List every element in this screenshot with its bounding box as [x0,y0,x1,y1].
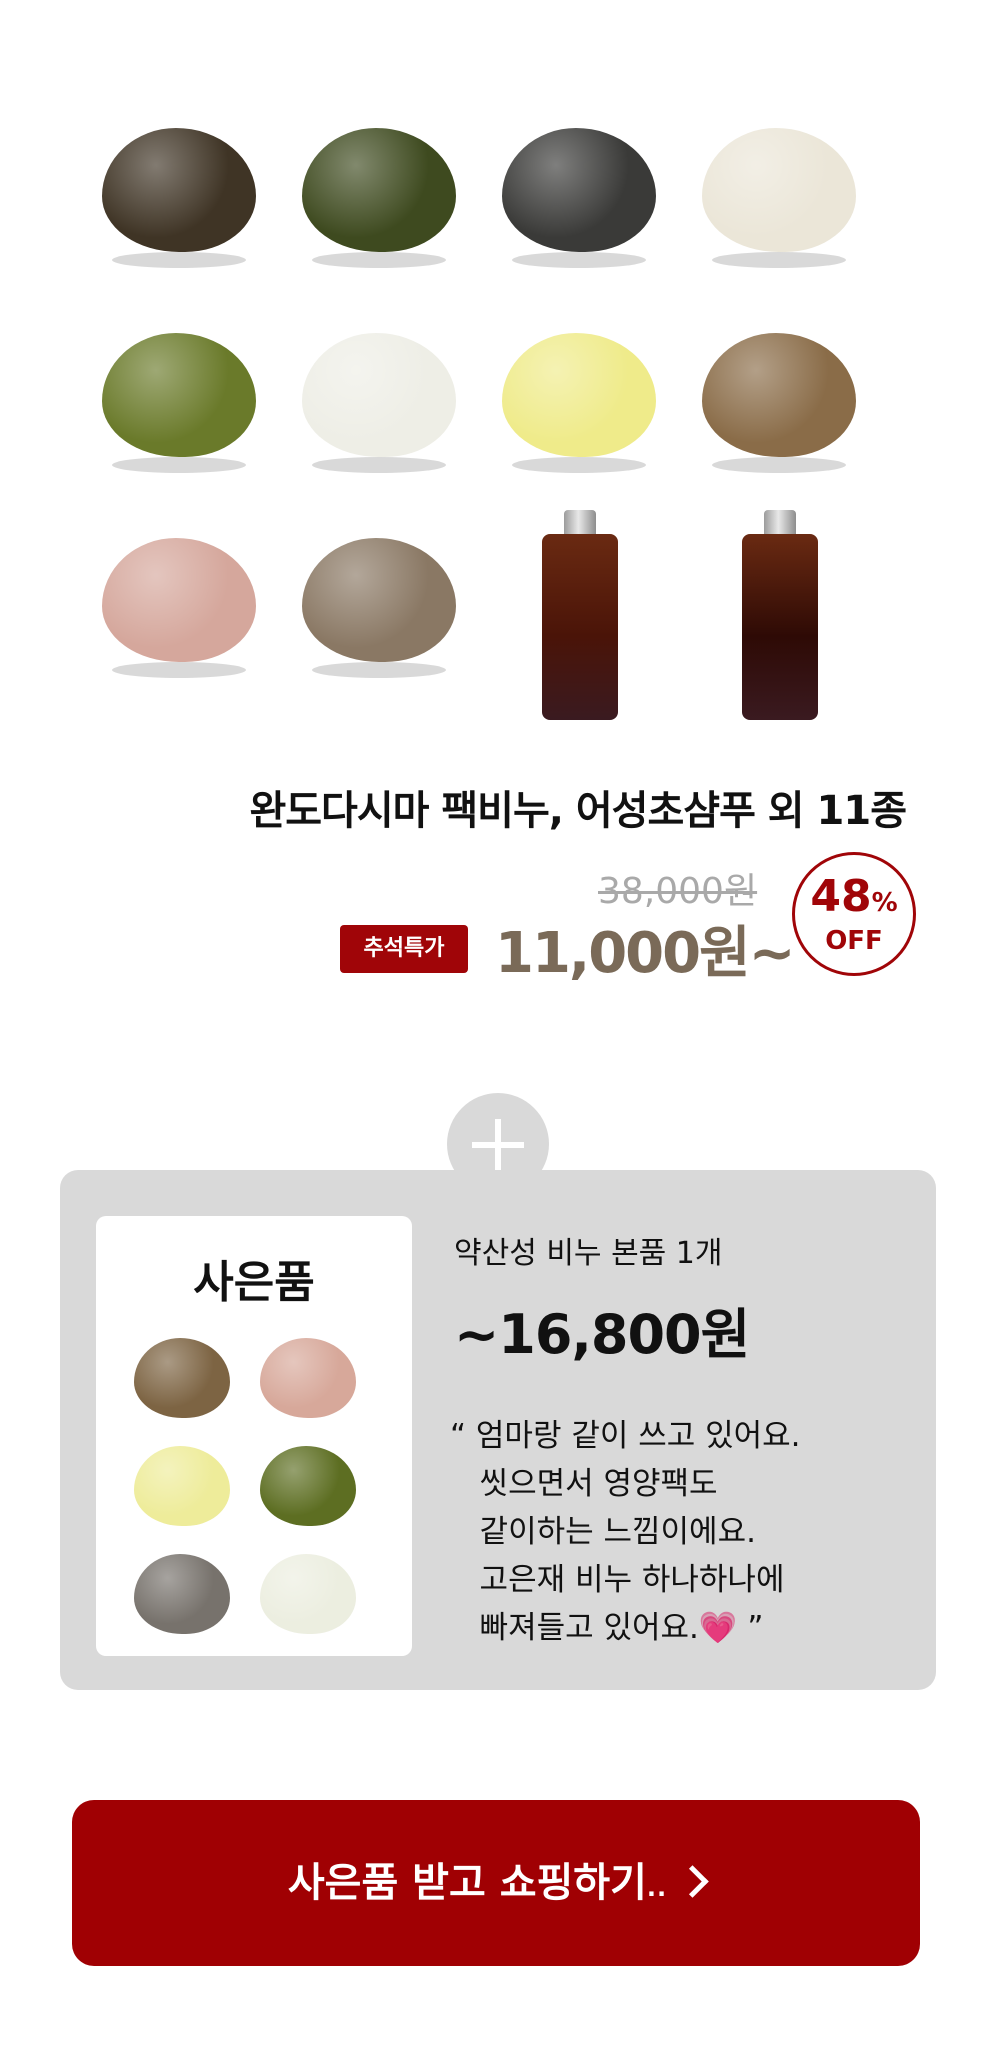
heart-icon: 💗 [698,1610,738,1646]
gift-soap-image [134,1446,230,1526]
soap-image [302,333,456,473]
gift-card-title: 사은품 [193,1257,315,1308]
discount-percent: 48% [810,871,898,922]
event-badge: 추석특가 [340,925,468,973]
review-line: “ 엄마랑 같이 쓰고 있어요. [450,1418,801,1454]
discount-off-label: OFF [825,926,883,956]
product-thumbnail [80,510,280,720]
product-thumbnail [480,100,680,310]
gift-soap-image [260,1446,356,1526]
soap-image [102,333,256,473]
review-line: 씻으면서 영양팩도 [450,1466,718,1502]
product-title[interactable]: 완도다시마 팩비누, 어성초샴푸 외 11종 [249,778,907,836]
original-price: 38,000원 [598,871,758,912]
gift-soap-image [260,1338,356,1418]
sale-price: 11,000원~ [495,921,796,986]
product-thumbnail [680,305,880,515]
cta-dots: .. [646,1874,668,1902]
product-thumbnail [280,510,480,720]
product-thumbnail [680,510,880,720]
product-thumbnail [280,100,480,310]
product-thumbnail [80,100,280,310]
discount-badge: 48% OFF [792,852,916,976]
soap-image [702,333,856,473]
product-thumbnail [680,100,880,310]
chevron-right-icon [676,1864,709,1898]
shampoo-bottle-image [542,510,618,720]
product-thumbnail [480,510,680,720]
soap-image [302,538,456,678]
gift-price: ~16,800원 [454,1303,750,1366]
product-thumbnail [80,305,280,515]
gift-soap-image [134,1554,230,1634]
customer-review: “ 엄마랑 같이 쓰고 있어요. 씻으면서 영양팩도 같이하는 느낌이에요. 고… [450,1412,801,1652]
product-thumbnail [280,305,480,515]
gift-subtitle: 약산성 비누 본품 1개 [454,1236,723,1271]
product-thumbnail [480,305,680,515]
cta-label: 사은품 받고 쇼핑하기 [287,1860,647,1906]
shampoo-bottle-image [742,510,818,720]
soap-image [502,333,656,473]
soap-image [502,128,656,268]
soap-image [102,128,256,268]
gift-soap-image [260,1554,356,1634]
soap-image [702,128,856,268]
gift-card: 사은품 [96,1216,412,1656]
review-line: 빠져들고 있어요. [450,1610,699,1646]
soap-image [102,538,256,678]
review-close-quote: ” [737,1610,764,1646]
gift-soap-image [134,1338,230,1418]
soap-image [302,128,456,268]
gift-section: 사은품 약산성 비누 본품 1개 ~16,800원 “ 엄마랑 같이 쓰고 있어… [60,1170,936,1690]
shop-with-gift-button[interactable]: 사은품 받고 쇼핑하기.. [72,1800,920,1966]
review-line: 고은재 비누 하나하나에 [450,1562,785,1598]
review-line: 같이하는 느낌이에요. [450,1514,756,1550]
product-image-grid [80,100,920,740]
